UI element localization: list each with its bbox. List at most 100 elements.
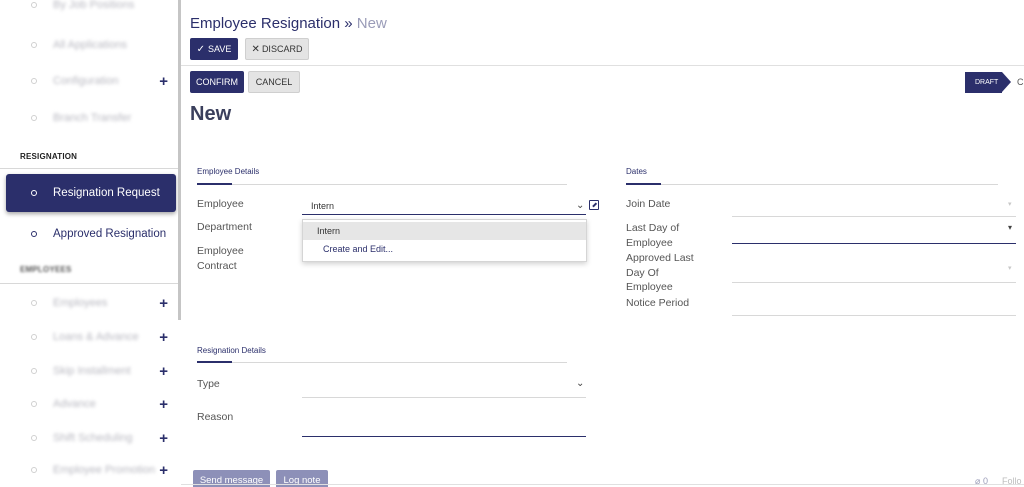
plus-icon[interactable]: +	[159, 73, 168, 90]
sidebar-item-shift-scheduling[interactable]: Shift Scheduling +	[0, 421, 178, 455]
confirm-button[interactable]: CONFIRM	[190, 71, 244, 93]
check-icon: ✓	[196, 43, 206, 55]
bullet-icon	[31, 115, 37, 121]
chevron-down-icon[interactable]: ▾	[1008, 223, 1012, 232]
breadcrumb-parent-link[interactable]: Employee Resignation	[190, 15, 340, 32]
group-divider	[197, 362, 567, 363]
breadcrumb-current: New	[356, 15, 387, 32]
sidebar-item-label: Resignation Request	[53, 187, 160, 199]
cancel-button[interactable]: CANCEL	[248, 71, 300, 93]
sidebar-item-configuration[interactable]: Configuration +	[0, 64, 178, 98]
follow-button[interactable]: Follo	[1002, 476, 1022, 486]
bullet-icon	[31, 368, 37, 374]
chevron-down-icon[interactable]: ▾	[1008, 264, 1012, 272]
dropdown-option[interactable]: Intern	[303, 222, 586, 240]
employee-input[interactable]: Intern	[311, 201, 334, 211]
group-accent	[197, 361, 232, 363]
sidebar-item-label: Advance	[53, 398, 96, 410]
sidebar-divider	[0, 283, 178, 284]
approved-label-line: Approved Last	[626, 252, 694, 264]
approved-label-line: Day Of	[626, 266, 659, 279]
department-label: Department	[197, 221, 252, 233]
sidebar-divider	[0, 168, 178, 169]
attachment-counter[interactable]: ⌀ 0	[975, 476, 988, 487]
bullet-icon	[31, 2, 37, 8]
sidebar-item-label: By Job Positions	[53, 0, 135, 11]
last-day-label-line: Last Day of	[626, 222, 680, 234]
breadcrumb-separator: »	[344, 15, 353, 32]
employee-autocomplete-dropdown: Intern Create and Edit...	[302, 219, 587, 262]
sidebar-item-label: Shift Scheduling	[53, 432, 133, 444]
group-divider	[626, 184, 998, 185]
sidebar-item-branch-transfer[interactable]: Branch Transfer	[0, 101, 178, 135]
sidebar-item-label: Employees	[53, 297, 108, 309]
sidebar-item-employees[interactable]: Employees +	[0, 286, 178, 320]
plus-icon[interactable]: +	[159, 295, 168, 312]
chevron-down-icon[interactable]: ▾	[1008, 200, 1012, 208]
bullet-icon	[31, 467, 37, 473]
reason-textarea[interactable]	[302, 436, 586, 437]
type-label: Type	[197, 378, 220, 390]
contract-label: Employee Contract	[197, 244, 244, 273]
sidebar-item-approved-resignation[interactable]: Approved Resignation	[0, 217, 178, 251]
save-button[interactable]: ✓ SAVE	[190, 38, 238, 60]
sidebar-item-all-applications[interactable]: All Applications	[0, 28, 178, 62]
sidebar-item-label: Configuration	[53, 75, 119, 87]
sidebar-scrollbar[interactable]	[178, 0, 181, 320]
sidebar-item-skip-installment[interactable]: Skip Installment +	[0, 354, 178, 388]
sidebar-item-label: Employee Promotion	[53, 464, 156, 476]
approved-last-day-input[interactable]	[732, 282, 1016, 283]
bullet-icon	[31, 231, 37, 237]
plus-icon[interactable]: +	[159, 396, 168, 413]
bullet-icon	[31, 300, 37, 306]
plus-icon[interactable]: +	[159, 363, 168, 380]
contract-label-line: Employee	[197, 245, 244, 257]
reason-label: Reason	[197, 411, 234, 423]
employee-input-underline	[302, 214, 586, 215]
notice-period-label: Notice Period	[626, 297, 690, 309]
sidebar-item-loans-advance[interactable]: Loans & Advance +	[0, 320, 178, 354]
last-day-label: Last Day of Employee	[626, 221, 679, 250]
dropdown-create-and-edit[interactable]: Create and Edit...	[303, 240, 586, 258]
status-arrow-icon	[1002, 72, 1011, 92]
notice-period-input[interactable]	[732, 315, 1016, 316]
join-date-label: Join Date	[626, 198, 671, 210]
record-title: New	[190, 103, 232, 125]
sidebar-item-resignation-request[interactable]: Resignation Request	[6, 174, 176, 212]
type-select[interactable]	[302, 397, 586, 398]
approved-last-day-label: Approved Last Day Of Employee	[626, 251, 694, 295]
group-title-resignation-details: Resignation Details	[197, 346, 266, 355]
group-divider	[197, 184, 567, 185]
plus-icon[interactable]: +	[159, 329, 168, 346]
status-draft[interactable]: DRAFT	[965, 72, 1002, 93]
sidebar-section-resignation: RESIGNATION	[20, 152, 78, 161]
sidebar-item-label: Approved Resignation	[53, 228, 167, 240]
bullet-icon	[31, 401, 37, 407]
chevron-down-icon[interactable]: ⌄	[576, 200, 584, 211]
group-accent	[197, 183, 232, 185]
chatter-divider	[181, 484, 1024, 485]
contract-label-line: Contract	[197, 259, 237, 272]
bullet-icon	[31, 334, 37, 340]
bullet-icon	[31, 42, 37, 48]
plus-icon[interactable]: +	[159, 462, 168, 479]
chevron-down-icon[interactable]: ⌄	[576, 378, 584, 389]
last-day-input[interactable]	[732, 243, 1016, 244]
approved-label-line: Employee	[626, 281, 673, 293]
join-date-input[interactable]	[732, 216, 1016, 217]
sidebar-item-by-job-positions[interactable]: By Job Positions	[0, 0, 178, 22]
group-accent	[626, 183, 661, 185]
sidebar-item-label: All Applications	[53, 39, 127, 51]
status-next-stage[interactable]: C	[1017, 77, 1024, 87]
bullet-icon	[31, 435, 37, 441]
external-link-icon[interactable]	[589, 200, 599, 210]
last-day-label-line: Employee	[626, 236, 673, 249]
breadcrumb: Employee Resignation » New	[190, 15, 387, 32]
sidebar-item-advance[interactable]: Advance +	[0, 387, 178, 421]
close-icon: ✕	[251, 43, 260, 55]
sidebar-item-employee-promotion[interactable]: Employee Promotion +	[0, 453, 178, 487]
plus-icon[interactable]: +	[159, 430, 168, 447]
employee-label: Employee	[197, 198, 244, 210]
save-button-label: SAVE	[208, 44, 232, 54]
discard-button[interactable]: ✕ DISCARD	[245, 38, 309, 60]
